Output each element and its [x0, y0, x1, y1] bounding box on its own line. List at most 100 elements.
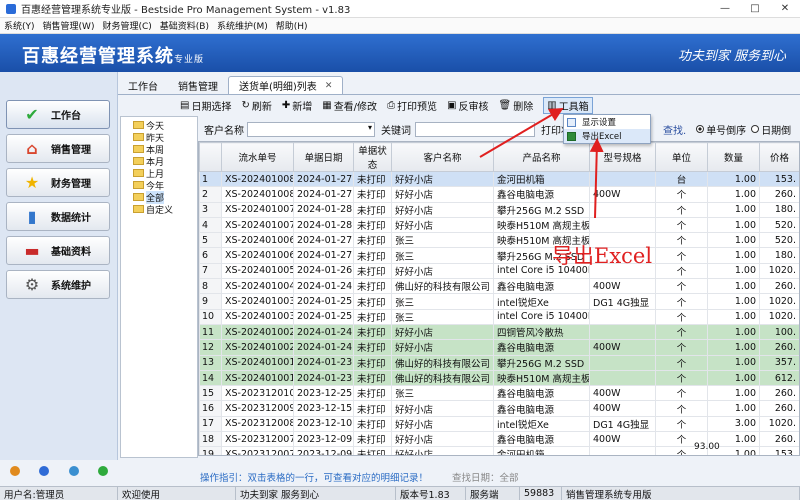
table-row[interactable]: 6 XS-202401006 2024-01-27 未打印 张三 攀升256G M.2 S…: [199, 247, 799, 264]
table-header-row: 流水单号 单据日期 单据状态 客户名称 产品名称 型号规格 单位 数量 价格: [199, 142, 799, 172]
nav-button-label: 系统维护: [51, 281, 91, 292]
nav-button-4[interactable]: ▬ 基础资料: [6, 236, 110, 265]
toolbar-button-label: 日期选择: [191, 102, 232, 113]
tree-item[interactable]: 昨天: [121, 131, 197, 144]
toolbar-button-label: 新增: [292, 102, 313, 113]
table-icon: ▦: [322, 100, 332, 111]
table-cell: 1.00: [707, 216, 760, 234]
toolbar-button-folder[interactable]: ▤ 日期选择: [180, 98, 231, 113]
tab-workbench[interactable]: 工作台: [118, 76, 168, 94]
table-cell: 未打印: [353, 278, 392, 295]
monitor-icon[interactable]: [68, 466, 79, 476]
close-button[interactable]: ✕: [770, 3, 800, 14]
search-button[interactable]: 查找.: [663, 122, 686, 137]
sort-radio-date[interactable]: 日期倒: [751, 122, 791, 137]
menu-finance[interactable]: 财务管理(C): [98, 19, 155, 32]
tree-item[interactable]: 本月: [121, 155, 197, 168]
table-cell: 1020.: [759, 262, 799, 280]
menu-item-display-settings[interactable]: 显示设置: [564, 115, 650, 129]
column-header[interactable]: 单据状态: [353, 142, 392, 172]
table-row[interactable]: 16 XS-202312009 2023-12-15 未打印 好好小店 鑫谷电脑电源 400…: [199, 400, 799, 417]
table-cell: 未打印: [353, 369, 392, 387]
table-cell: 鑫谷电脑电源: [493, 278, 590, 295]
column-header[interactable]: 数量: [707, 142, 760, 172]
toolbar-button-table[interactable]: ▦ 查看/修改: [322, 98, 377, 113]
lock-icon[interactable]: [9, 466, 20, 476]
toolbar-button-refresh[interactable]: ↻ 刷新: [241, 98, 271, 113]
menu-maintenance[interactable]: 系统维护(M): [213, 19, 272, 32]
table-cell: XS-202401007: [221, 201, 294, 218]
bar-chart-icon: ▮: [27, 207, 37, 226]
maximize-button[interactable]: □: [740, 3, 770, 14]
table-cell: 个: [655, 186, 708, 203]
tree-item[interactable]: 自定义: [121, 203, 197, 216]
toolbar-button-print[interactable]: ⎙ 打印预览: [387, 98, 437, 113]
table-row[interactable]: 7 XS-202401005 2024-01-26 未打印 好好小店 intel Core…: [199, 262, 799, 280]
table-row[interactable]: 12 XS-202401002 2024-01-24 未打印 好好小店 鑫谷电脑电源 400…: [199, 339, 799, 356]
power-icon[interactable]: [98, 466, 109, 476]
menu-help[interactable]: 帮助(H): [272, 19, 312, 32]
menu-item-export-excel[interactable]: 导出Excel: [564, 129, 650, 143]
table-row[interactable]: 10 XS-202401003 2024-01-25 未打印 张三 intel Core …: [199, 308, 799, 325]
nav-button-0[interactable]: ✔ 工作台: [6, 100, 110, 129]
nav-button-3[interactable]: ▮ 数据统计: [6, 202, 110, 231]
column-header[interactable]: 客户名称: [391, 142, 494, 172]
table-cell: 6: [199, 247, 222, 264]
toolbar-button-trash[interactable]: 🗑 删除: [499, 98, 534, 113]
tree-item[interactable]: 本周: [121, 143, 197, 156]
table-row[interactable]: 5 XS-202401006 2024-01-27 未打印 张三 映泰H510M 高规主板…: [199, 232, 799, 249]
nav-button-2[interactable]: ★ 财务管理: [6, 168, 110, 197]
menu-basic-data[interactable]: 基础资料(B): [156, 19, 213, 32]
table-row[interactable]: 14 XS-202401001 2024-01-23 未打印 佛山好的科技有限公司 映泰H…: [199, 369, 799, 387]
menu-sales[interactable]: 销售管理(W): [39, 19, 99, 32]
table-row[interactable]: 13 XS-202401001 2024-01-23 未打印 佛山好的科技有限公司 攀升2…: [199, 354, 799, 371]
toolbar-button-plus[interactable]: ✚ 新增: [282, 98, 312, 113]
table-cell: 100.: [759, 323, 799, 341]
tree-item[interactable]: 上月: [121, 167, 197, 180]
menu-item-label: 导出Excel: [582, 132, 622, 142]
tab-sales[interactable]: 销售管理: [168, 76, 228, 94]
tree-item[interactable]: 今天: [121, 119, 197, 132]
table-cell: 1020.: [759, 293, 799, 310]
tab-close-icon[interactable]: ✕: [325, 81, 333, 91]
column-header[interactable]: 型号规格: [589, 142, 656, 172]
table-row[interactable]: 11 XS-202401002 2024-01-24 未打印 好好小店 四铜管风冷散热个 1…: [199, 323, 799, 341]
menu-system[interactable]: 系统(Y): [0, 19, 39, 32]
table-row[interactable]: 9 XS-202401003 2024-01-25 未打印 张三 intel锐炬Xe DG1…: [199, 293, 799, 310]
customer-select[interactable]: ▾: [247, 121, 375, 137]
table-row[interactable]: 3 XS-202401007 2024-01-28 未打印 好好小店 攀升256G M.2…: [199, 201, 799, 218]
keyword-input[interactable]: [415, 121, 535, 137]
column-header[interactable]: 产品名称: [493, 142, 590, 172]
column-header[interactable]: 单位: [655, 142, 708, 172]
table-cell: XS-202312010: [221, 385, 294, 402]
table-row[interactable]: 8 XS-202401004 2024-01-24 未打印 佛山好的科技有限公司 鑫谷电脑…: [199, 278, 799, 295]
tab-delivery-list[interactable]: 送货单(明细)列表 ✕: [228, 76, 344, 94]
table-row[interactable]: 2 XS-202401008 2024-01-27 未打印 好好小店 鑫谷电脑电源 400W…: [199, 186, 799, 203]
column-header[interactable]: 价格: [759, 142, 799, 172]
table-cell: XS-202401002: [221, 323, 294, 341]
sort-radio-number[interactable]: 单号倒序: [696, 122, 746, 137]
toolbar-button-doc[interactable]: ▣ 反审核: [447, 98, 488, 113]
customer-label: 客户名称: [204, 125, 244, 137]
column-header[interactable]: [199, 142, 222, 172]
table-cell: 好好小店: [391, 415, 494, 433]
tree-item[interactable]: 今年: [121, 179, 197, 192]
column-header[interactable]: 流水单号: [221, 142, 294, 172]
info-icon[interactable]: [39, 466, 50, 476]
toolbar-button-toolbox[interactable]: ▥ 工具箱: [543, 97, 593, 114]
table-cell: 4: [199, 216, 222, 234]
table-row[interactable]: 17 XS-202312008 2023-12-10 未打印 好好小店 intel锐炬Xe…: [199, 415, 799, 433]
column-header[interactable]: 单据日期: [293, 142, 354, 172]
table-cell: 张三: [391, 308, 494, 325]
nav-button-1[interactable]: ⌂ 销售管理: [6, 134, 110, 163]
table-row[interactable]: 15 XS-202312010 2023-12-25 未打印 张三 鑫谷电脑电源 400W 个…: [199, 385, 799, 402]
table-row[interactable]: 1 XS-202401008 2024-01-27 未打印 好好小店 金河田机箱 台 1.00…: [199, 170, 799, 188]
minimize-button[interactable]: —: [710, 3, 740, 14]
table-cell: 未打印: [353, 293, 392, 310]
toolbar-button-label: 工具箱: [558, 102, 589, 113]
left-bottom-icons: [0, 464, 118, 478]
table-cell: 1: [199, 170, 222, 188]
table-row[interactable]: 4 XS-202401007 2024-01-28 未打印 好好小店 映泰H510M 高规…: [199, 216, 799, 234]
nav-button-5[interactable]: ⚙ 系统维护: [6, 270, 110, 299]
tree-item[interactable]: 全部: [121, 190, 197, 204]
